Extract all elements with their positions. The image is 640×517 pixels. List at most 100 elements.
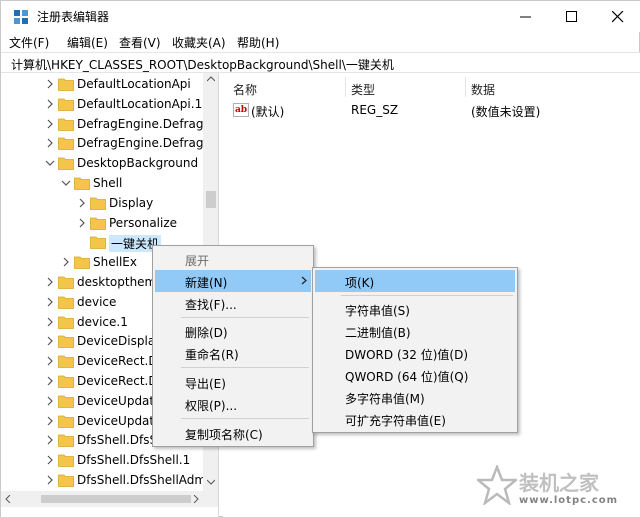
folder-icon bbox=[58, 296, 74, 309]
close-button[interactable] bbox=[595, 1, 640, 32]
column-type-header[interactable]: 类型 bbox=[351, 81, 375, 98]
ctx-find[interactable]: 查找(F)... bbox=[155, 292, 311, 314]
chevron-down-icon[interactable] bbox=[45, 158, 55, 168]
menu-edit[interactable]: 编辑(E) bbox=[67, 34, 108, 51]
column-name-header[interactable]: 名称 bbox=[233, 81, 257, 98]
minimize-button[interactable] bbox=[503, 1, 549, 32]
value-type: REG_SZ bbox=[351, 103, 399, 117]
folder-icon bbox=[58, 316, 74, 329]
tree-item[interactable]: Personalize bbox=[1, 214, 201, 234]
chevron-right-icon[interactable] bbox=[45, 79, 55, 89]
folder-icon bbox=[90, 197, 106, 210]
scroll-right-icon[interactable] bbox=[193, 495, 199, 503]
tree-horizontal-scrollbar[interactable] bbox=[1, 491, 218, 507]
folder-icon bbox=[58, 137, 74, 151]
tree-item-label: DfsShell.DfsS bbox=[77, 433, 158, 448]
tree-item-label: device bbox=[77, 294, 117, 309]
scroll-down-icon[interactable] bbox=[207, 479, 215, 485]
tree-item-label: Personalize bbox=[109, 215, 178, 230]
chevron-right-icon[interactable] bbox=[45, 455, 55, 465]
tree-item[interactable]: DefaultLocationApi bbox=[1, 75, 201, 95]
tree-item[interactable]: DefragEngine.DefragE bbox=[1, 134, 211, 154]
chevron-right-icon[interactable] bbox=[77, 218, 87, 228]
folder-icon bbox=[58, 375, 74, 388]
chevron-right-icon[interactable] bbox=[45, 376, 55, 386]
folder-icon bbox=[58, 434, 74, 448]
chevron-right-icon[interactable] bbox=[45, 435, 55, 445]
tree-item[interactable]: DefaultLocationApi.1 bbox=[1, 95, 203, 115]
chevron-right-icon[interactable] bbox=[45, 138, 55, 148]
chevron-right-icon[interactable] bbox=[45, 297, 55, 307]
folder-icon bbox=[58, 454, 74, 468]
column-data-header[interactable]: 数据 bbox=[471, 81, 495, 98]
new-qword-value[interactable]: QWORD (64 位)值(Q) bbox=[315, 364, 515, 386]
ctx-permissions[interactable]: 权限(P)... bbox=[155, 393, 311, 415]
ctx-new[interactable]: 新建(N) bbox=[155, 270, 311, 292]
folder-icon bbox=[58, 98, 74, 111]
new-string-value[interactable]: 字符串值(S) bbox=[315, 298, 515, 320]
regedit-window: 注册表编辑器 文件(F) 编辑(E) 查看(V) 收藏夹(A) 帮助(H) 计算… bbox=[0, 0, 640, 517]
folder-icon bbox=[74, 177, 90, 190]
chevron-right-icon[interactable] bbox=[45, 317, 55, 327]
regedit-app-icon bbox=[14, 10, 28, 24]
tree-item-label: DesktopBackground bbox=[77, 156, 199, 171]
chevron-right-icon[interactable] bbox=[45, 277, 55, 287]
ctx-expand[interactable]: 展开 bbox=[155, 248, 311, 270]
new-key[interactable]: 项(K) bbox=[315, 270, 515, 292]
ctx-copy-key-name[interactable]: 复制项名称(C) bbox=[155, 422, 311, 444]
menu-separator bbox=[181, 317, 309, 318]
string-value-icon: ab bbox=[233, 103, 249, 117]
folder-icon bbox=[90, 236, 106, 250]
tree-vertical-scroll-thumb[interactable] bbox=[206, 191, 216, 208]
tree-item-label: DeviceDisplay bbox=[77, 334, 163, 349]
scroll-up-icon[interactable] bbox=[207, 76, 215, 82]
title-bar[interactable]: 注册表编辑器 bbox=[1, 1, 640, 32]
tree-item-label: DeviceUpdat bbox=[77, 393, 155, 408]
menu-separator bbox=[181, 367, 309, 368]
tree-item-label: DefaultLocationApi.1 bbox=[77, 96, 203, 111]
tree-item[interactable]: Display bbox=[1, 194, 201, 214]
context-menu: 展开 新建(N) 查找(F)... 删除(D) 重命名(R) 导出(E) 权限(… bbox=[152, 245, 314, 447]
tree-item[interactable]: DfsShell.DfsShell.1 bbox=[1, 451, 201, 471]
address-bar[interactable]: 计算机\HKEY_CLASSES_ROOT\DesktopBackground\… bbox=[1, 52, 640, 73]
chevron-right-icon[interactable] bbox=[45, 416, 55, 426]
tree-item-label: DfsShell.DfsShellAdmi bbox=[77, 473, 210, 487]
tree-horizontal-scroll-thumb[interactable] bbox=[41, 495, 191, 503]
menu-help[interactable]: 帮助(H) bbox=[237, 34, 279, 51]
column-divider[interactable] bbox=[345, 77, 346, 97]
new-multi-string-value[interactable]: 多字符串值(M) bbox=[315, 386, 515, 408]
ctx-export[interactable]: 导出(E) bbox=[155, 371, 311, 393]
tree-item[interactable]: DesktopBackground bbox=[1, 154, 201, 174]
chevron-right-icon[interactable] bbox=[45, 396, 55, 406]
value-row[interactable]: ab (默认) REG_SZ (数值未设置) bbox=[229, 101, 634, 121]
tree-item-label: DefaultLocationApi bbox=[77, 77, 191, 91]
chevron-right-icon[interactable] bbox=[45, 119, 55, 129]
maximize-button[interactable] bbox=[549, 1, 595, 32]
tree-item-label: DeviceRect.D bbox=[77, 374, 158, 388]
chevron-right-icon[interactable] bbox=[45, 99, 55, 109]
new-expandable-string-value[interactable]: 可扩充字符串值(E) bbox=[315, 408, 515, 430]
tree-item[interactable]: DfsShell.DfsShellAdmi bbox=[1, 471, 209, 491]
chevron-right-icon[interactable] bbox=[77, 198, 87, 208]
chevron-right-icon[interactable] bbox=[61, 257, 71, 267]
folder-icon bbox=[58, 118, 74, 131]
tree-item[interactable]: Shell bbox=[1, 174, 201, 194]
chevron-right-icon[interactable] bbox=[45, 356, 55, 366]
new-binary-value[interactable]: 二进制值(B) bbox=[315, 320, 515, 342]
chevron-right-icon[interactable] bbox=[45, 336, 55, 346]
address-path[interactable]: 计算机\HKEY_CLASSES_ROOT\DesktopBackground\… bbox=[11, 56, 394, 73]
folder-icon bbox=[74, 256, 90, 270]
folder-icon bbox=[58, 474, 74, 487]
ctx-rename[interactable]: 重命名(R) bbox=[155, 342, 311, 364]
column-divider[interactable] bbox=[465, 77, 466, 97]
new-dword-value[interactable]: DWORD (32 位)值(D) bbox=[315, 342, 515, 364]
ctx-delete[interactable]: 删除(D) bbox=[155, 320, 311, 342]
tree-item-label: desktopthem bbox=[77, 275, 157, 289]
tree-item[interactable]: DefragEngine.DefragE bbox=[1, 115, 211, 135]
chevron-down-icon[interactable] bbox=[61, 178, 71, 188]
menu-view[interactable]: 查看(V) bbox=[119, 34, 161, 51]
menu-file[interactable]: 文件(F) bbox=[9, 34, 49, 51]
chevron-right-icon[interactable] bbox=[45, 475, 55, 485]
scroll-left-icon[interactable] bbox=[5, 495, 11, 503]
menu-favorites[interactable]: 收藏夹(A) bbox=[172, 34, 226, 51]
